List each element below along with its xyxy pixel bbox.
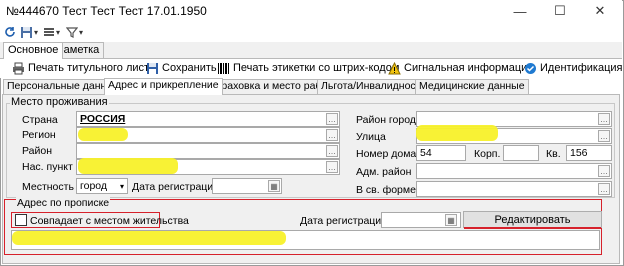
tab-medical[interactable]: Медицинские данные (415, 79, 529, 94)
residence-group-label: Место проживания (10, 96, 109, 108)
minimize-button[interactable]: — (500, 0, 540, 22)
adm-district-lookup-icon[interactable]: … (598, 165, 610, 177)
edit-button-red-frame (464, 227, 601, 229)
country-lookup-icon[interactable]: … (326, 113, 338, 125)
warning-icon (388, 61, 401, 75)
house-label: Номер дома (356, 148, 417, 160)
refresh-icon[interactable] (4, 24, 16, 40)
redaction-highlight (78, 128, 128, 141)
registration-date-calendar-icon[interactable]: ▦ (445, 214, 457, 226)
chevron-down-icon: ▾ (119, 181, 124, 191)
tab-benefits[interactable]: Льгота/Инвалидность (317, 79, 430, 94)
identification-icon (524, 62, 537, 75)
apartment-field[interactable]: 156 (566, 145, 612, 161)
reg-date-calendar-icon[interactable]: ▦ (268, 180, 280, 192)
military-lookup-icon[interactable]: … (598, 183, 610, 195)
country-field[interactable]: РОССИЯ (76, 111, 340, 127)
building-label: Корп. (474, 148, 501, 160)
city-district-lookup-icon[interactable]: … (598, 113, 610, 125)
street-label: Улица (356, 131, 386, 143)
apartment-label: Кв. (546, 148, 561, 160)
quick-access-bar (0, 22, 622, 42)
window-title: №444670 Тест Тест Тест 17.01.1950 (6, 4, 207, 18)
redaction-highlight (78, 158, 178, 174)
district-field[interactable] (76, 143, 340, 159)
tab-address[interactable]: Адрес и прикрепление (104, 78, 223, 95)
adm-district-field[interactable] (416, 163, 612, 179)
region-label: Регион (22, 129, 56, 141)
registration-group-label: Адрес по прописке (16, 197, 111, 209)
identification-button[interactable]: Идентификация (524, 60, 622, 76)
same-address-checkbox[interactable] (15, 214, 27, 226)
region-lookup-icon[interactable]: … (326, 129, 338, 141)
area-type-label: Местность (22, 181, 74, 193)
redaction-highlight (12, 231, 286, 245)
floppy-icon (146, 62, 159, 75)
registration-date-label: Дата регистрации (300, 215, 388, 227)
street-lookup-icon[interactable]: … (598, 130, 610, 142)
edit-button[interactable]: Редактировать (463, 211, 602, 228)
military-field[interactable] (416, 181, 612, 197)
city-district-label: Район города (356, 114, 422, 126)
area-type-select[interactable]: город ▾ (76, 178, 128, 194)
reg-date-label: Дата регистрации (132, 181, 220, 193)
save-button[interactable]: Сохранить (146, 60, 217, 76)
settings-icon[interactable]: ▾ (43, 24, 60, 40)
tab-main[interactable]: Основное (3, 42, 64, 59)
filter-icon[interactable]: ▾ (66, 24, 83, 40)
district-lookup-icon[interactable]: … (326, 145, 338, 157)
print-labels-button[interactable]: Печать этикетки со штрих-кодом (217, 60, 399, 76)
locality-lookup-icon[interactable]: … (326, 161, 338, 173)
print-title-button[interactable]: Печать титульного листа (12, 60, 155, 76)
house-field[interactable]: 54 (416, 145, 466, 161)
save-icon[interactable]: ▾ (20, 24, 38, 40)
country-label: Страна (22, 114, 58, 126)
barcode-icon (217, 62, 230, 75)
locality-label: Нас. пункт (22, 161, 73, 173)
signal-info-button[interactable]: Сигнальная информация (388, 60, 533, 76)
same-address-label: Совпадает с местом жительства (30, 215, 189, 227)
military-label: В св. форме (356, 184, 416, 196)
adm-district-label: Адм. район (356, 166, 412, 178)
close-button[interactable]: ✕ (580, 0, 620, 22)
redaction-highlight (416, 125, 498, 141)
district-label: Район (22, 145, 52, 157)
maximize-button[interactable]: ☐ (540, 0, 580, 22)
building-field[interactable] (503, 145, 539, 161)
printer-icon (12, 62, 25, 75)
